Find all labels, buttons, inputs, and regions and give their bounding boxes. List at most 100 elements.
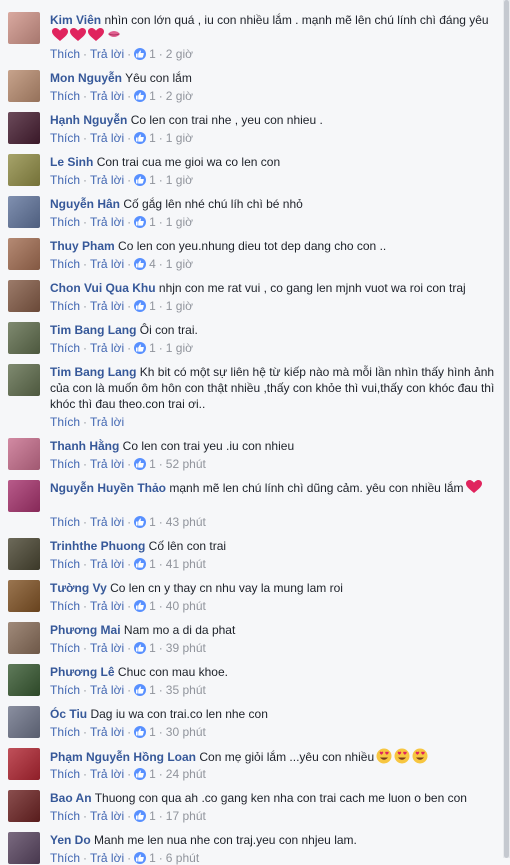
like-thumb-icon[interactable] xyxy=(134,852,147,864)
reply-link[interactable]: Trả lời xyxy=(90,47,124,61)
comment-author-link[interactable]: Nguyễn Huyền Thảo xyxy=(50,481,166,495)
like-thumb-icon[interactable] xyxy=(134,684,147,696)
like-count[interactable]: 1 xyxy=(149,299,156,313)
avatar[interactable] xyxy=(8,748,40,780)
like-thumb-icon[interactable] xyxy=(134,132,147,144)
reply-link[interactable]: Trả lời xyxy=(90,809,124,823)
comment-timestamp[interactable]: 41 phút xyxy=(166,557,206,571)
comment-timestamp[interactable]: 52 phút xyxy=(166,457,206,471)
like-thumb-icon[interactable] xyxy=(134,726,147,738)
comment-timestamp[interactable]: 1 giờ xyxy=(166,215,193,229)
like-link[interactable]: Thích xyxy=(50,131,80,145)
like-count[interactable]: 1 xyxy=(149,89,156,103)
like-link[interactable]: Thích xyxy=(50,47,80,61)
reply-link[interactable]: Trả lời xyxy=(90,515,124,529)
comment-author-link[interactable]: Trinhthe Phuong xyxy=(50,539,145,553)
comment-timestamp[interactable]: 43 phút xyxy=(166,515,206,529)
like-link[interactable]: Thích xyxy=(50,599,80,613)
comment-author-link[interactable]: Thanh Hằng xyxy=(50,439,119,453)
like-thumb-icon[interactable] xyxy=(134,810,147,822)
avatar[interactable] xyxy=(8,70,40,102)
reply-link[interactable]: Trả lời xyxy=(90,641,124,655)
like-thumb-icon[interactable] xyxy=(134,174,147,186)
comment-timestamp[interactable]: 35 phút xyxy=(166,683,206,697)
like-link[interactable]: Thích xyxy=(50,515,80,529)
comment-timestamp[interactable]: 1 giờ xyxy=(166,257,193,271)
avatar[interactable] xyxy=(8,364,40,396)
comment-author-link[interactable]: Tim Bang Lang xyxy=(50,323,136,337)
comment-timestamp[interactable]: 17 phút xyxy=(166,809,206,823)
reply-link[interactable]: Trả lời xyxy=(90,851,124,865)
avatar[interactable] xyxy=(8,196,40,228)
reply-link[interactable]: Trả lời xyxy=(90,173,124,187)
like-thumb-icon[interactable] xyxy=(134,342,147,354)
avatar[interactable] xyxy=(8,112,40,144)
like-thumb-icon[interactable] xyxy=(134,600,147,612)
comment-author-link[interactable]: Yen Do xyxy=(50,833,91,847)
reply-link[interactable]: Trả lời xyxy=(90,557,124,571)
avatar[interactable] xyxy=(8,480,40,512)
avatar[interactable] xyxy=(8,322,40,354)
scrollbar-thumb[interactable] xyxy=(504,0,509,858)
comment-author-link[interactable]: Tường Vy xyxy=(50,581,107,595)
like-thumb-icon[interactable] xyxy=(134,458,147,470)
comment-author-link[interactable]: Hạnh Nguyễn xyxy=(50,113,127,127)
comment-timestamp[interactable]: 6 phút xyxy=(166,851,199,865)
avatar[interactable] xyxy=(8,832,40,864)
avatar[interactable] xyxy=(8,790,40,822)
like-link[interactable]: Thích xyxy=(50,415,80,429)
comment-timestamp[interactable]: 2 giờ xyxy=(166,47,193,61)
like-link[interactable]: Thích xyxy=(50,851,80,865)
comment-author-link[interactable]: Mon Nguyễn xyxy=(50,71,122,85)
like-thumb-icon[interactable] xyxy=(134,516,147,528)
reply-link[interactable]: Trả lời xyxy=(90,341,124,355)
reply-link[interactable]: Trả lời xyxy=(90,257,124,271)
avatar[interactable] xyxy=(8,706,40,738)
like-count[interactable]: 1 xyxy=(149,725,156,739)
like-count[interactable]: 1 xyxy=(149,599,156,613)
like-count[interactable]: 1 xyxy=(149,767,156,781)
scrollbar[interactable] xyxy=(503,0,510,858)
comment-timestamp[interactable]: 30 phút xyxy=(166,725,206,739)
reply-link[interactable]: Trả lời xyxy=(90,131,124,145)
like-link[interactable]: Thích xyxy=(50,683,80,697)
comment-timestamp[interactable]: 24 phút xyxy=(166,767,206,781)
comment-timestamp[interactable]: 2 giờ xyxy=(166,89,193,103)
comment-timestamp[interactable]: 1 giờ xyxy=(166,299,193,313)
comment-author-link[interactable]: Phạm Nguyễn Hồng Loan xyxy=(50,750,196,764)
like-link[interactable]: Thích xyxy=(50,809,80,823)
like-link[interactable]: Thích xyxy=(50,725,80,739)
reply-link[interactable]: Trả lời xyxy=(90,683,124,697)
like-count[interactable]: 1 xyxy=(149,515,156,529)
like-link[interactable]: Thích xyxy=(50,767,80,781)
like-link[interactable]: Thích xyxy=(50,457,80,471)
like-count[interactable]: 1 xyxy=(149,641,156,655)
avatar[interactable] xyxy=(8,580,40,612)
like-link[interactable]: Thích xyxy=(50,257,80,271)
reply-link[interactable]: Trả lời xyxy=(90,415,124,429)
comment-author-link[interactable]: Chon Vui Qua Khu xyxy=(50,281,156,295)
like-count[interactable]: 1 xyxy=(149,557,156,571)
like-count[interactable]: 1 xyxy=(149,215,156,229)
like-thumb-icon[interactable] xyxy=(134,258,147,270)
comment-author-link[interactable]: Nguyễn Hân xyxy=(50,197,120,211)
like-count[interactable]: 4 xyxy=(149,257,156,271)
comment-timestamp[interactable]: 39 phút xyxy=(166,641,206,655)
like-link[interactable]: Thích xyxy=(50,89,80,103)
like-link[interactable]: Thích xyxy=(50,641,80,655)
like-thumb-icon[interactable] xyxy=(134,558,147,570)
like-count[interactable]: 1 xyxy=(149,851,156,865)
like-thumb-icon[interactable] xyxy=(134,48,147,60)
like-count[interactable]: 1 xyxy=(149,341,156,355)
like-count[interactable]: 1 xyxy=(149,173,156,187)
like-count[interactable]: 1 xyxy=(149,47,156,61)
like-link[interactable]: Thích xyxy=(50,215,80,229)
comment-author-link[interactable]: Tim Bang Lang xyxy=(50,365,136,379)
like-thumb-icon[interactable] xyxy=(134,300,147,312)
comment-author-link[interactable]: Thuy Pham xyxy=(50,239,115,253)
reply-link[interactable]: Trả lời xyxy=(90,457,124,471)
like-link[interactable]: Thích xyxy=(50,299,80,313)
comment-timestamp[interactable]: 1 giờ xyxy=(166,173,193,187)
avatar[interactable] xyxy=(8,438,40,470)
like-count[interactable]: 1 xyxy=(149,809,156,823)
